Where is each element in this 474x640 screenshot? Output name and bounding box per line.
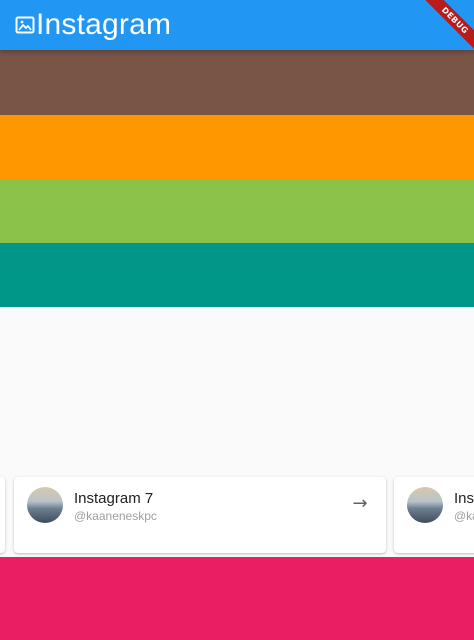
list-item-card-partial-right[interactable]: Instagram 8 @kaaneneskpc: [394, 477, 474, 553]
app-screen: Instagram DEBUG Instagram 7 @kaaneneskpc…: [0, 0, 474, 640]
card-title: Instagram 8: [454, 490, 474, 507]
empty-content-area: [0, 307, 474, 475]
card-handle: @kaaneneskpc: [454, 509, 474, 523]
list-item-card[interactable]: Instagram 7 @kaaneneskpc →: [14, 477, 386, 553]
color-stripe-orange: [0, 115, 474, 179]
card-handle: @kaaneneskpc: [74, 509, 157, 523]
arrow-right-icon[interactable]: →: [350, 494, 370, 514]
app-title: Instagram: [36, 8, 172, 41]
card-title: Instagram 7: [74, 490, 154, 507]
color-stripe-brown: [0, 50, 474, 115]
app-bar: Instagram: [0, 0, 474, 50]
color-stripe-pink: [0, 557, 474, 640]
color-stripe-teal: [0, 243, 474, 307]
color-stripe-green: [0, 179, 474, 243]
avatar: [27, 487, 63, 523]
image-icon[interactable]: [14, 14, 36, 36]
avatar: [407, 487, 443, 523]
list-item-card-partial-left[interactable]: [0, 477, 5, 553]
